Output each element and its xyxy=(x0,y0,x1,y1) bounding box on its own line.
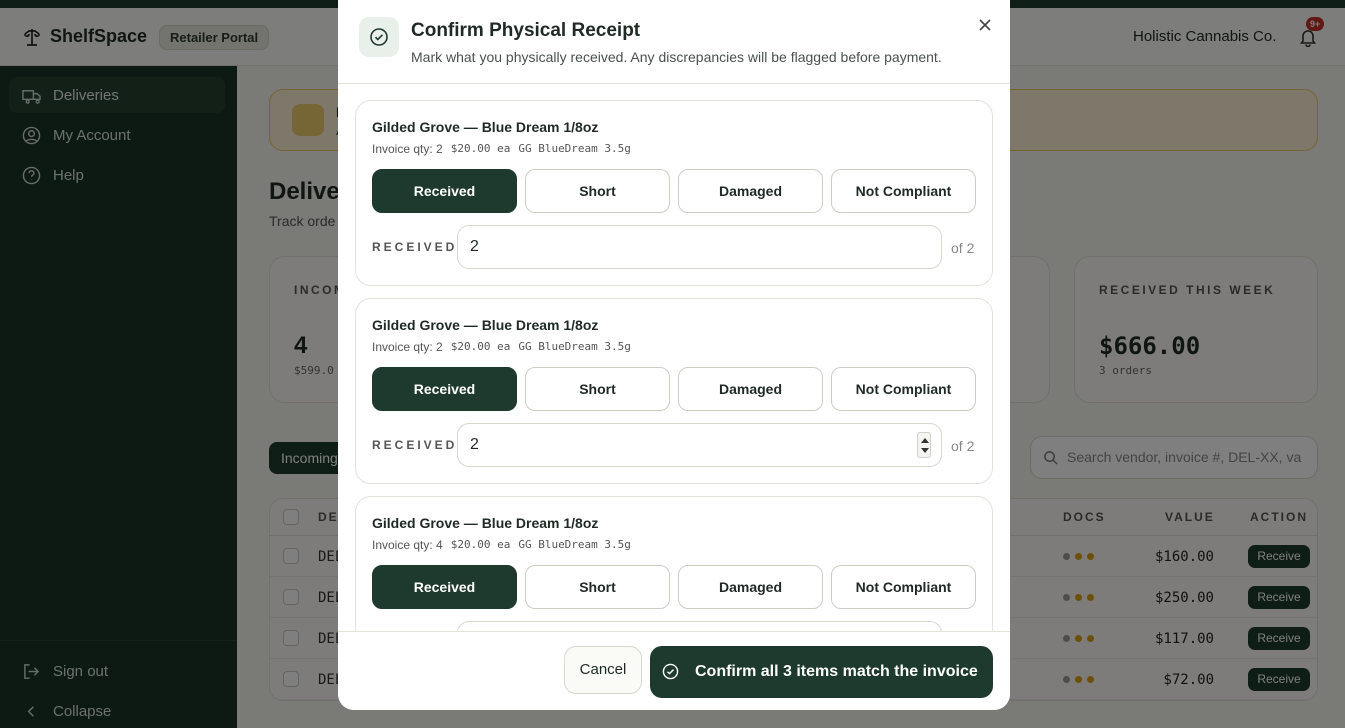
modal-header: Confirm Physical Receipt Mark what you p… xyxy=(338,0,1010,84)
received-qty-input[interactable] xyxy=(457,621,942,631)
check-circle-icon xyxy=(359,17,399,57)
qty-stepper[interactable] xyxy=(917,432,931,458)
item-meta: Invoice qty: 2 $20.00 ea GG BlueDream 3.… xyxy=(372,142,631,156)
item-meta: Invoice qty: 4 $20.00 ea GG BlueDream 3.… xyxy=(372,538,631,552)
invoice-qty: Invoice qty: 2 xyxy=(372,142,443,156)
item-sku: GG BlueDream 3.5g xyxy=(518,340,631,353)
modal-title: Confirm Physical Receipt xyxy=(411,20,641,41)
received-label: RECEIVED xyxy=(372,438,458,452)
check-circle-icon xyxy=(662,663,679,680)
received-qty-value: 2 xyxy=(470,436,479,453)
status-not-compliant-button[interactable]: Not Compliant xyxy=(831,169,976,213)
item-sku: GG BlueDream 3.5g xyxy=(518,142,631,155)
item-price: $20.00 ea xyxy=(450,340,511,353)
status-damaged-button[interactable]: Damaged xyxy=(678,565,823,609)
modal-body[interactable]: Gilded Grove — Blue Dream 1/8oz Invoice … xyxy=(338,84,1010,631)
invoice-qty: Invoice qty: 2 xyxy=(372,340,443,354)
invoice-qty: Invoice qty: 4 xyxy=(372,538,443,552)
of-total: of 2 xyxy=(951,240,975,256)
of-total: of 2 xyxy=(951,438,975,454)
cancel-button[interactable]: Cancel xyxy=(564,646,642,694)
status-short-button[interactable]: Short xyxy=(525,565,670,609)
status-received-button[interactable]: Received xyxy=(372,169,517,213)
item-name: Gilded Grove — Blue Dream 1/8oz xyxy=(372,317,599,333)
confirm-receipt-modal: Confirm Physical Receipt Mark what you p… xyxy=(338,0,1010,710)
status-not-compliant-button[interactable]: Not Compliant xyxy=(831,367,976,411)
receipt-item: Gilded Grove — Blue Dream 1/8oz Invoice … xyxy=(355,298,993,484)
status-damaged-button[interactable]: Damaged xyxy=(678,169,823,213)
item-name: Gilded Grove — Blue Dream 1/8oz xyxy=(372,515,599,531)
modal-footer: Cancel Confirm all 3 items match the inv… xyxy=(338,631,1010,710)
received-qty-input[interactable]: 2 xyxy=(457,225,942,269)
close-icon[interactable] xyxy=(977,17,993,33)
item-sku: GG BlueDream 3.5g xyxy=(518,538,631,551)
receipt-item: Gilded Grove — Blue Dream 1/8oz Invoice … xyxy=(355,496,993,631)
receipt-item: Gilded Grove — Blue Dream 1/8oz Invoice … xyxy=(355,100,993,286)
status-received-button[interactable]: Received xyxy=(372,367,517,411)
modal-subtitle: Mark what you physically received. Any d… xyxy=(411,49,942,65)
status-not-compliant-button[interactable]: Not Compliant xyxy=(831,565,976,609)
item-price: $20.00 ea xyxy=(450,538,511,551)
received-qty-value: 2 xyxy=(470,238,479,255)
status-short-button[interactable]: Short xyxy=(525,367,670,411)
status-short-button[interactable]: Short xyxy=(525,169,670,213)
item-price: $20.00 ea xyxy=(450,142,511,155)
item-meta: Invoice qty: 2 $20.00 ea GG BlueDream 3.… xyxy=(372,340,631,354)
status-damaged-button[interactable]: Damaged xyxy=(678,367,823,411)
confirm-button[interactable]: Confirm all 3 items match the invoice xyxy=(650,646,993,698)
confirm-label: Confirm all 3 items match the invoice xyxy=(695,663,978,680)
item-name: Gilded Grove — Blue Dream 1/8oz xyxy=(372,119,599,135)
received-label: RECEIVED xyxy=(372,240,458,254)
status-received-button[interactable]: Received xyxy=(372,565,517,609)
received-qty-input[interactable]: 2 xyxy=(457,423,942,467)
